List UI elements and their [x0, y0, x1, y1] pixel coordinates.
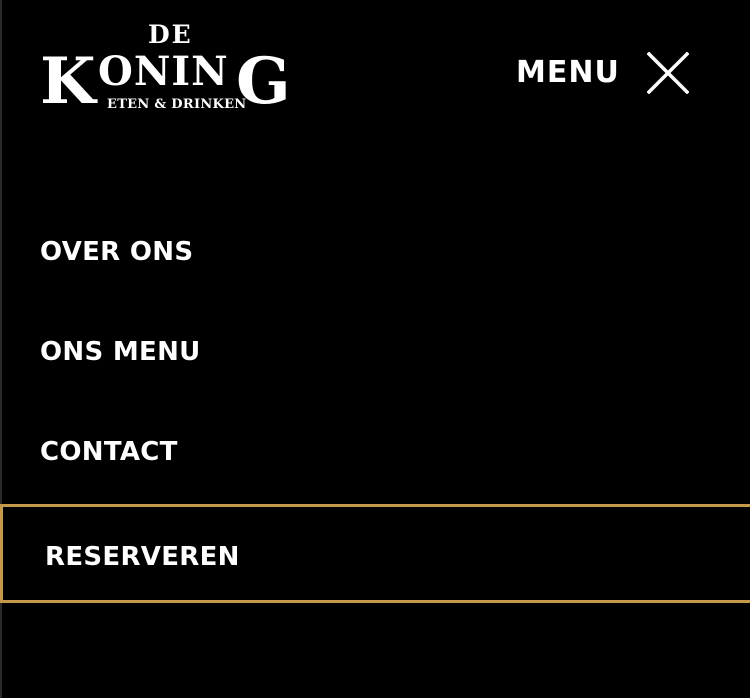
reserveren-button[interactable]: RESERVEREN: [0, 504, 750, 603]
nav-item-contact[interactable]: CONTACT: [40, 432, 178, 472]
logo-oning-text: ONIN: [98, 48, 229, 95]
close-icon-graphic: [646, 51, 690, 95]
brand-logo[interactable]: DE K ONIN G ETEN & DRINKEN: [40, 22, 302, 116]
logo-k-letter: K: [40, 44, 96, 119]
close-icon[interactable]: [646, 51, 690, 95]
nav-item-ons-menu[interactable]: ONS MENU: [40, 332, 201, 372]
menu-label: MENU: [516, 55, 620, 90]
reserveren-label: RESERVEREN: [45, 542, 240, 572]
nav-item-over-ons[interactable]: OVER ONS: [40, 232, 193, 272]
logo-tagline: ETEN & DRINKEN: [107, 97, 247, 112]
menu-toggle-button[interactable]: MENU: [516, 48, 620, 98]
mobile-menu-overlay: DE K ONIN G ETEN & DRINKEN MENU OVER ONS…: [0, 0, 750, 698]
logo-de-text: DE: [148, 20, 193, 49]
